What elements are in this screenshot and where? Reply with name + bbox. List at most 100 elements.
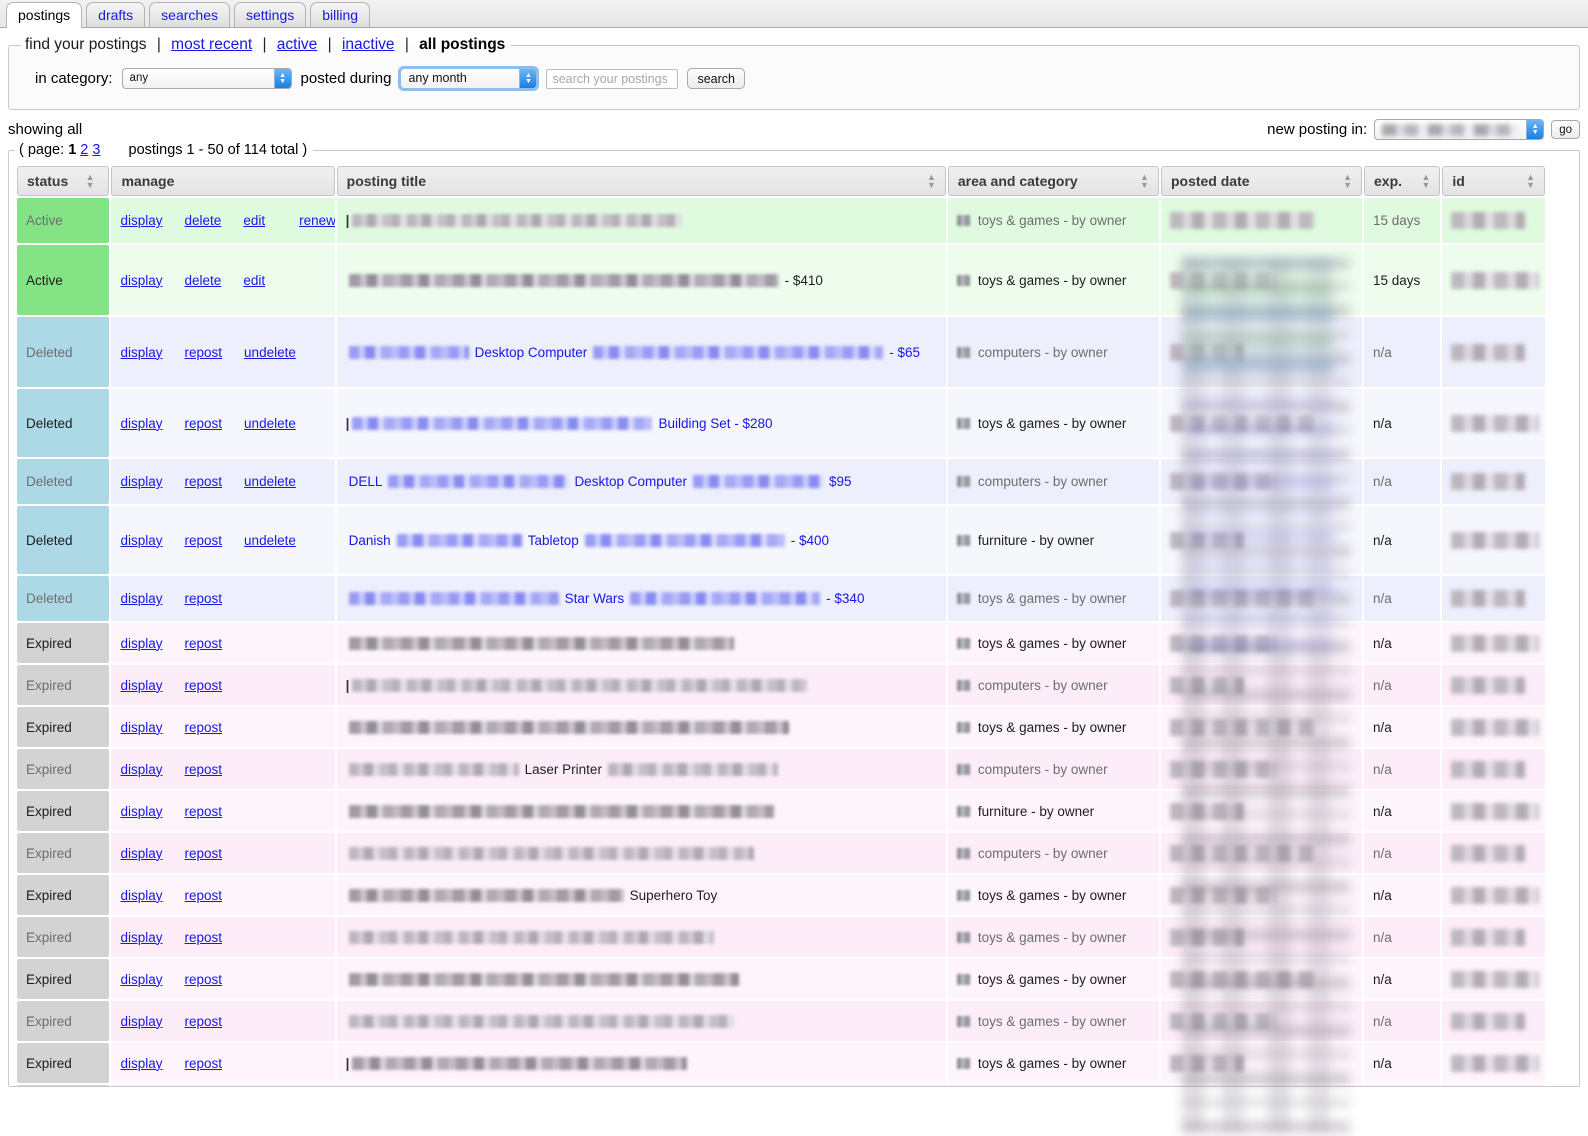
edit-link[interactable]: edit [243, 213, 265, 228]
repost-link[interactable]: repost [185, 972, 223, 987]
col-header-posting-title[interactable]: posting title ▲ ▼ [336, 166, 946, 196]
display-link[interactable]: display [120, 888, 162, 903]
posted-during-select[interactable]: any month ▲ ▼ [398, 66, 540, 91]
repost-link[interactable]: repost [185, 1014, 223, 1029]
posting-title-cell[interactable] [336, 623, 946, 663]
col-header-area-and-category[interactable]: area and category ▲ ▼ [947, 166, 1159, 196]
undelete-link[interactable]: undelete [244, 345, 296, 360]
posting-title-cell[interactable] [336, 833, 946, 873]
posting-title-cell[interactable]: - $410 [336, 245, 946, 315]
category-select[interactable]: any ▲ ▼ [121, 68, 292, 89]
display-link[interactable]: display [120, 636, 162, 651]
display-link[interactable]: display [120, 591, 162, 606]
repost-link[interactable]: repost [185, 930, 223, 945]
repost-link[interactable]: repost [185, 533, 223, 548]
posting-title-cell[interactable]: | [336, 1043, 946, 1083]
display-link[interactable]: display [120, 804, 162, 819]
posting-title-cell[interactable]: Desktop Computer - $65 [336, 317, 946, 387]
delete-link[interactable]: delete [185, 213, 222, 228]
posting-title-cell[interactable]: DELL Desktop Computer $95 [336, 459, 946, 504]
undelete-link[interactable]: undelete [244, 474, 296, 489]
col-header-id[interactable]: id ▲ ▼ [1442, 166, 1545, 196]
posting-title-cell[interactable]: Superhero Toy [336, 875, 946, 915]
posting-title-cell[interactable] [336, 1001, 946, 1041]
display-link[interactable]: display [120, 533, 162, 548]
display-link[interactable]: display [120, 345, 162, 360]
tab-searches[interactable]: searches [149, 2, 230, 27]
sort-updown-icon: ▲ ▼ [1343, 172, 1353, 190]
search-input[interactable] [546, 68, 679, 89]
display-link[interactable]: display [120, 474, 162, 489]
repost-link[interactable]: repost [185, 636, 223, 651]
posting-id-cell [1442, 389, 1545, 457]
page-2-link[interactable]: 2 [80, 143, 88, 158]
status-badge: Expired [17, 959, 110, 999]
repost-link[interactable]: repost [185, 345, 223, 360]
tab-postings[interactable]: postings [6, 2, 83, 28]
posting-title-cell[interactable] [336, 959, 946, 999]
redacted-posted-date [1169, 414, 1315, 432]
search-button[interactable]: search [687, 68, 745, 89]
go-button[interactable]: go [1551, 120, 1580, 139]
filter-link-inactive[interactable]: inactive [342, 36, 395, 53]
repost-link[interactable]: repost [185, 888, 223, 903]
posting-title-cell[interactable]: | [336, 665, 946, 705]
renew-link[interactable]: renew [299, 213, 335, 228]
delete-link[interactable]: delete [185, 273, 222, 288]
filter-link-most-recent[interactable]: most recent [171, 36, 252, 53]
redacted-title-text [348, 273, 779, 287]
new-posting-select[interactable]: ▲ ▼ [1374, 119, 1545, 140]
posting-title-cell[interactable] [336, 707, 946, 747]
col-header-posted-date[interactable]: posted date ▲ ▼ [1160, 166, 1363, 196]
repost-link[interactable]: repost [185, 678, 223, 693]
display-link[interactable]: display [120, 1056, 162, 1071]
posting-title-cell[interactable]: | [336, 1085, 946, 1086]
manage-actions-cell: display repost [111, 665, 335, 705]
results-panel: ( page: 1 2 3 postings 1 - 50 of 114 tot… [8, 142, 1580, 1087]
col-header-exp[interactable]: exp. ▲ ▼ [1364, 166, 1441, 196]
display-link[interactable]: display [120, 273, 162, 288]
undelete-link[interactable]: undelete [244, 533, 296, 548]
repost-link[interactable]: repost [185, 591, 223, 606]
redacted-posted-date [1169, 634, 1278, 652]
posting-title-cell[interactable] [336, 791, 946, 831]
display-link[interactable]: display [120, 930, 162, 945]
posting-title-cell[interactable] [336, 917, 946, 957]
display-link[interactable]: display [120, 1014, 162, 1029]
display-link[interactable]: display [120, 972, 162, 987]
posting-id-cell [1442, 506, 1545, 574]
posting-title-cell[interactable]: | [336, 198, 946, 243]
repost-link[interactable]: repost [185, 720, 223, 735]
title-text-fragment: | [345, 1055, 350, 1071]
repost-link[interactable]: repost [185, 416, 223, 431]
display-link[interactable]: display [120, 762, 162, 777]
redacted-posted-date [1169, 970, 1315, 988]
repost-link[interactable]: repost [185, 804, 223, 819]
posting-title-cell[interactable]: Laser Printer [336, 749, 946, 789]
filter-link-active[interactable]: active [277, 36, 318, 53]
repost-link[interactable]: repost [185, 846, 223, 861]
repost-link[interactable]: repost [185, 474, 223, 489]
posting-title-cell[interactable]: | Building Set - $280 [336, 389, 946, 457]
display-link[interactable]: display [120, 846, 162, 861]
repost-link[interactable]: repost [185, 762, 223, 777]
display-link[interactable]: display [120, 720, 162, 735]
redacted-posting-id [1451, 802, 1540, 820]
area-and-category-cell: toys & games - by owner [947, 1043, 1159, 1083]
tab-drafts[interactable]: drafts [86, 2, 146, 27]
posting-id-cell [1442, 749, 1545, 789]
col-header-status[interactable]: status ▲ ▼ [17, 166, 110, 196]
posting-id-cell [1442, 875, 1545, 915]
undelete-link[interactable]: undelete [244, 416, 296, 431]
edit-link[interactable]: edit [243, 273, 265, 288]
display-link[interactable]: display [120, 213, 162, 228]
page-3-link[interactable]: 3 [92, 143, 100, 158]
tab-billing[interactable]: billing [310, 2, 371, 27]
page-1-current[interactable]: 1 [68, 143, 76, 158]
repost-link[interactable]: repost [185, 1056, 223, 1071]
tab-settings[interactable]: settings [233, 2, 307, 27]
posting-title-cell[interactable]: Star Wars - $340 [336, 576, 946, 621]
posting-title-cell[interactable]: Danish Tabletop - $400 [336, 506, 946, 574]
display-link[interactable]: display [120, 678, 162, 693]
display-link[interactable]: display [120, 416, 162, 431]
